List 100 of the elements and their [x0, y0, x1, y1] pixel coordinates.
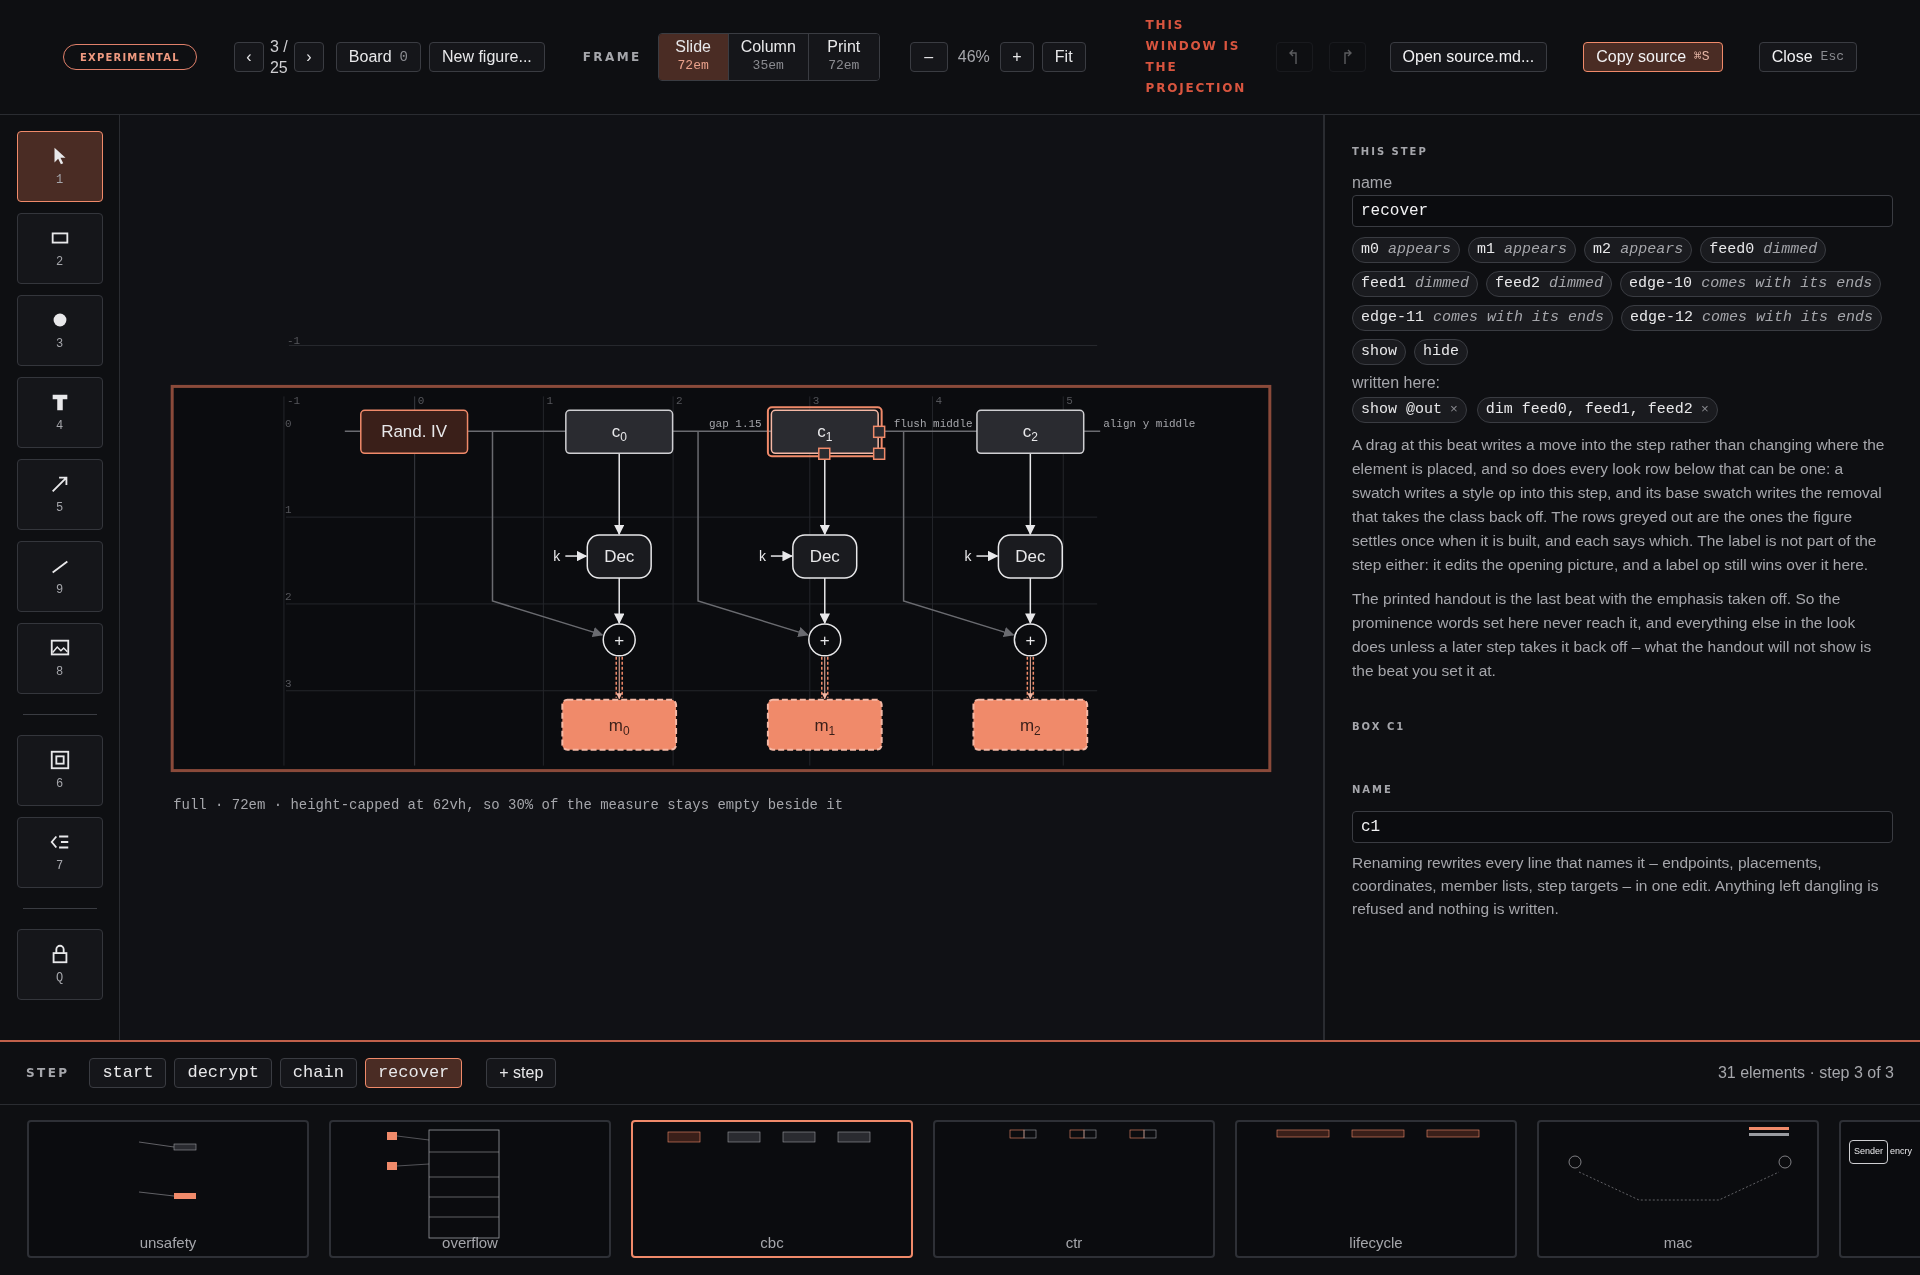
thumbnail-node: Sender	[1849, 1140, 1889, 1164]
figure-thumbnail[interactable]: overflow	[329, 1120, 611, 1258]
thumbnail-drawing	[138, 1141, 197, 1199]
thumbnail-label: overflow	[441, 1232, 499, 1253]
help-paragraph: The printed handout is the last beat with the emphasis taken off. So the prominence words set here never reach it, and everything else in the look does unless a later step takes it back off – what the handout will not show is the beat you set it at.	[1352, 589, 1873, 681]
layout-annotation: align y middle	[1103, 418, 1196, 431]
decrypt-node: Dec	[997, 534, 1063, 579]
frame-tab[interactable]: Print 72em	[808, 34, 879, 80]
previous-button[interactable]: ‹	[233, 42, 264, 72]
box-name-field[interactable]: c1	[1352, 811, 1893, 843]
iv-node: Rand. IV	[360, 409, 469, 454]
effect-chip[interactable]: m0 appears	[1352, 237, 1461, 263]
step-tab[interactable]: decrypt	[174, 1058, 272, 1088]
connector-arrow	[1025, 577, 1036, 624]
thumbnail-label: cbc	[759, 1232, 785, 1253]
tool-button[interactable]: 8	[16, 623, 103, 694]
help-paragraph: A drag at this beat writes a move into the step rather than changing where the element is placed, and so does every look row below that can be one: a swatch writes a style op into this step, and its base swatch writes the removal that takes the class back off. The rows greyed out are the ones the figure settles once when it is built, and each says which. The label is not part of the step either: it edits the opening picture, and a label op still wins over it here.	[1352, 435, 1886, 575]
tool-button[interactable]: 4	[16, 377, 103, 448]
ruler-label: 3	[284, 677, 292, 690]
ciphertext-node: c$_{0}$	[565, 409, 674, 454]
figure-thumbnail[interactable]: cbc	[631, 1120, 913, 1258]
key-label: k	[964, 548, 972, 565]
remove-button[interactable]: ×	[1696, 400, 1713, 420]
tool-button[interactable]: Q	[16, 929, 103, 1000]
source-action-button[interactable]: Close Esc	[1758, 42, 1857, 72]
xor-node: +	[602, 623, 636, 657]
effect-chip[interactable]: m2 appears	[1584, 237, 1693, 263]
tool-button[interactable]: 2	[16, 213, 103, 284]
effect-chip[interactable]: edge-12 comes with its ends	[1621, 305, 1883, 331]
source-action-button[interactable]: Copy source ⌘S	[1583, 42, 1723, 72]
tool-button[interactable]: 1	[16, 131, 103, 202]
figure-thumbnail[interactable]: ctr	[933, 1120, 1215, 1258]
connector-arrow	[975, 550, 999, 562]
connector-arrow	[564, 550, 588, 562]
remove-button[interactable]: ×	[1446, 400, 1462, 420]
effect-chip[interactable]: feed2 dimmed	[1486, 271, 1613, 297]
figure-thumbnail[interactable]: lifecycle	[1235, 1120, 1517, 1258]
op-text: show @out	[1361, 399, 1442, 420]
thumbnail-label: unsafety	[138, 1232, 198, 1253]
effect-chip[interactable]: edge-11 comes with its ends	[1352, 305, 1614, 331]
frame-tab[interactable]: Column 35em	[728, 34, 809, 80]
effect-chip[interactable]: m1 appears	[1468, 237, 1577, 263]
figure-thumbnail[interactable]: Sender encry	[1839, 1120, 1920, 1258]
step-tab[interactable]: recover	[364, 1058, 463, 1088]
next-button[interactable]: ›	[293, 42, 324, 72]
frame-label: FRAME	[582, 49, 642, 66]
thumbnail-label: lifecycle	[1348, 1232, 1404, 1253]
board-button[interactable]: Board 0	[335, 42, 421, 72]
field-label: NAME	[1352, 783, 1394, 797]
key-label: k	[553, 548, 561, 565]
thumbnail-text: encry	[1890, 1145, 1913, 1158]
field-label: name	[1352, 173, 1394, 193]
step-tab[interactable]: chain	[279, 1058, 357, 1088]
source-action-button[interactable]: Open source.md...	[1389, 42, 1548, 72]
help-paragraph: Renaming rewrites every line that names it – endpoints, placements, coordinates, member lists, step targets – in one edit. Anything left dangling is refused and nothing is written.	[1352, 853, 1880, 919]
decrypt-node: Dec	[792, 534, 858, 579]
output-connector	[615, 656, 623, 700]
thumbnail-label: mac	[1662, 1232, 1694, 1253]
ruler-label: 5	[1066, 395, 1073, 408]
tool-button[interactable]: 5	[16, 459, 103, 530]
step-tab[interactable]: start	[89, 1058, 167, 1088]
effect-chip[interactable]: show	[1352, 339, 1406, 365]
op-text: dim feed0, feed1, feed2	[1485, 399, 1693, 420]
tool-button[interactable]: 6	[16, 735, 103, 806]
thumbnail-label: ctr	[1064, 1232, 1084, 1253]
ruler-label: 2	[284, 590, 292, 603]
zoom-in-button[interactable]: +	[999, 42, 1034, 72]
step-name-field[interactable]: recover	[1352, 195, 1893, 227]
step-label: STEP	[26, 1065, 70, 1082]
ciphertext-node: c$_{2}$	[976, 409, 1085, 454]
ruler-label: 2	[676, 395, 683, 408]
tool-button[interactable]: 9	[16, 541, 103, 612]
key-label: k	[758, 548, 766, 565]
section-heading: THIS STEP	[1352, 145, 1429, 159]
ruler-label: 3	[812, 395, 820, 408]
output-connector	[821, 656, 829, 700]
effect-chip[interactable]: hide	[1414, 339, 1469, 365]
effect-chip[interactable]: feed1 dimmed	[1352, 271, 1479, 297]
ruler-label: 0	[417, 395, 425, 408]
connector-arrow	[770, 550, 793, 562]
layout-annotation: flush middle	[893, 418, 973, 431]
frame-tab[interactable]: Slide 72em	[658, 34, 729, 80]
tool-button[interactable]: 3	[16, 295, 103, 366]
ruler-label: 1	[546, 395, 553, 408]
ruler-label: 4	[935, 395, 943, 408]
written-label: written here:	[1352, 373, 1442, 393]
frame-icon	[48, 748, 71, 771]
effect-chip[interactable]: edge-10 comes with its ends	[1620, 271, 1882, 297]
decrypt-node: Dec	[586, 534, 652, 579]
add-step-button[interactable]: + step	[486, 1058, 557, 1088]
new-figure-button[interactable]: New figure...	[428, 42, 545, 72]
ruler-label: 1	[284, 504, 292, 517]
tool-button[interactable]: 7	[16, 817, 103, 888]
figure-thumbnail[interactable]: unsafety	[27, 1120, 309, 1258]
effect-chip[interactable]: feed0 dimmed	[1700, 237, 1827, 263]
plaintext-node: m$_{0}$	[561, 698, 678, 751]
figure-thumbnail[interactable]: mac	[1537, 1120, 1819, 1258]
fit-button[interactable]: Fit	[1041, 42, 1086, 72]
resize-handles[interactable]	[818, 425, 886, 460]
zoom-out-button[interactable]: –	[909, 42, 948, 72]
